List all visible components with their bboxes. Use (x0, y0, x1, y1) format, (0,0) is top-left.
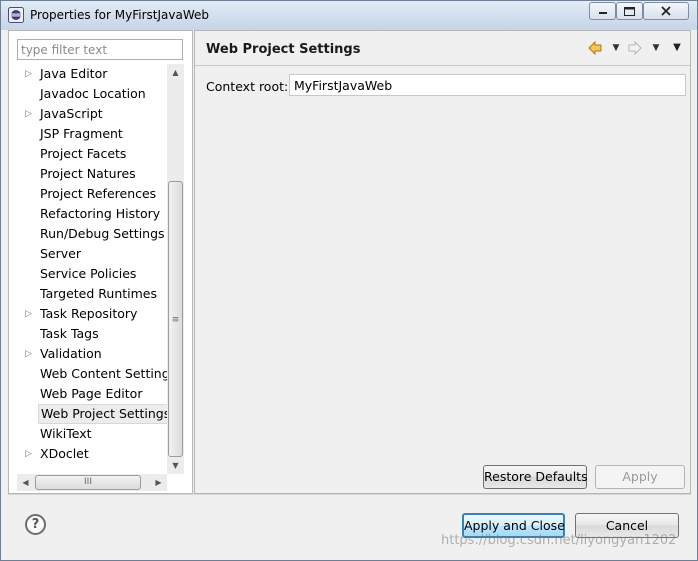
close-icon (661, 6, 671, 16)
expand-arrow-icon[interactable]: ▷ (25, 104, 35, 124)
forward-menu-chevron-down-icon[interactable]: ▼ (648, 40, 664, 56)
context-root-label: Context root: (206, 79, 289, 94)
watermark: https://blog.csdn.net/liyongyan1202 (441, 533, 677, 548)
filter-input[interactable] (17, 39, 183, 60)
tree-item-label: Task Repository (40, 306, 138, 321)
tree-item-label: XDoclet (40, 446, 89, 461)
vertical-scroll-thumb[interactable]: ≡ (168, 181, 183, 457)
scroll-up-arrow-icon[interactable]: ▲ (167, 64, 184, 81)
tree-item-label: Project Natures (40, 166, 136, 181)
tree-vertical-scrollbar[interactable]: ▲ ≡ ▼ (167, 64, 184, 474)
tree-item-label: JavaScript (40, 106, 103, 121)
title-bar: Properties for MyFirstJavaWeb (1, 1, 697, 30)
tree-item-label: Web Page Editor (40, 386, 143, 401)
back-menu-chevron-down-icon[interactable]: ▼ (608, 40, 624, 56)
page-content (195, 66, 690, 456)
tree-item-label: JSP Fragment (40, 126, 123, 141)
apply-button[interactable]: Apply (595, 465, 685, 489)
expand-arrow-icon[interactable]: ▷ (25, 304, 35, 324)
window-title: Properties for MyFirstJavaWeb (30, 8, 209, 22)
back-arrow-icon[interactable] (587, 40, 603, 56)
expand-arrow-icon[interactable]: ▷ (25, 64, 35, 84)
tree-item-label: Targeted Runtimes (40, 286, 157, 301)
maximize-button[interactable] (616, 2, 643, 20)
page-title: Web Project Settings (206, 42, 361, 57)
tree-item-label: Refactoring History (40, 206, 161, 221)
help-icon[interactable]: ? (25, 514, 46, 535)
close-button[interactable] (643, 2, 689, 20)
expand-arrow-icon[interactable]: ▷ (25, 444, 35, 464)
tree-item-label: Service Policies (40, 266, 137, 281)
tree-item-label: Server (40, 246, 81, 261)
minimize-icon (598, 12, 607, 14)
tree-item-label: WikiText (40, 426, 92, 441)
dialog-body: ▷ Java Editor Javadoc Location ▷ JavaScr… (8, 30, 691, 494)
horizontal-scroll-thumb[interactable]: III (35, 475, 141, 490)
view-menu-icon[interactable]: ▼ (669, 40, 685, 56)
eclipse-icon (8, 7, 24, 23)
tree-item-label: Javadoc Location (40, 86, 146, 101)
properties-dialog: Properties for MyFirstJavaWeb ▷ Java Edi… (0, 0, 698, 561)
property-page-tree-panel: ▷ Java Editor Javadoc Location ▷ JavaScr… (8, 30, 193, 494)
tree-item-label: Project References (40, 186, 157, 201)
restore-defaults-button[interactable]: Restore Defaults (483, 465, 588, 489)
scroll-down-arrow-icon[interactable]: ▼ (167, 457, 184, 474)
minimize-button[interactable] (589, 2, 616, 20)
footer-divider (8, 494, 691, 495)
expand-arrow-icon[interactable]: ▷ (25, 344, 35, 364)
tree-horizontal-scrollbar[interactable]: ◀ III ▶ (17, 474, 167, 491)
tree-item-label: Project Facets (40, 146, 127, 161)
tree-item-label: Validation (40, 346, 102, 361)
tree-item-label: Task Tags (40, 326, 99, 341)
context-root-input[interactable] (289, 74, 686, 96)
tree-item-label: Web Project Settings (38, 404, 167, 424)
tree-item-label: Web Content Settings (40, 366, 167, 381)
tree-item-label: Run/Debug Settings (40, 226, 165, 241)
property-page-tree: ▷ Java Editor Javadoc Location ▷ JavaScr… (17, 64, 167, 474)
forward-arrow-icon[interactable] (627, 40, 643, 56)
scroll-left-arrow-icon[interactable]: ◀ (17, 474, 34, 491)
property-page-panel: Web Project Settings ▼ ▼ ▼ Context root:… (194, 30, 691, 494)
tree-item-label: Java Editor (40, 66, 108, 81)
scroll-right-arrow-icon[interactable]: ▶ (150, 474, 167, 491)
restore-icon (624, 6, 635, 16)
